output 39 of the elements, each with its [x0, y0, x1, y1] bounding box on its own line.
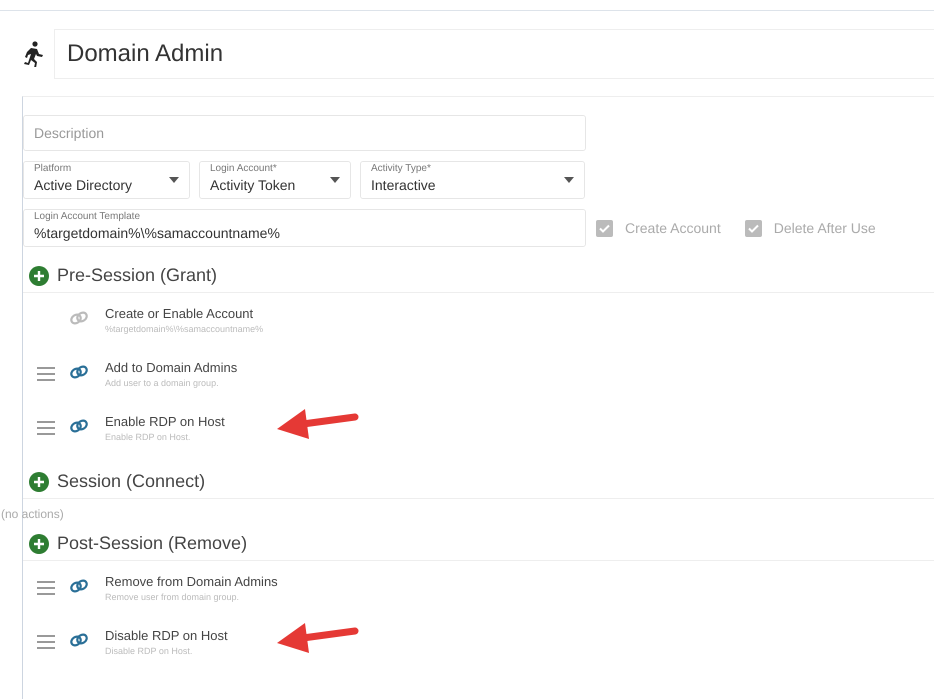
action-detail: %targetdomain%\%samaccountname%: [105, 324, 264, 334]
template-field[interactable]: Login Account Template %targetdomain%\%samaccountname%: [23, 209, 586, 247]
action-name[interactable]: Disable RDP on Host: [105, 628, 228, 643]
section-title: Session (Connect): [57, 471, 206, 492]
checkmark-icon: [599, 224, 610, 232]
action-name[interactable]: Remove from Domain Admins: [105, 574, 278, 589]
select-field[interactable]: Platform Active Directory: [23, 161, 190, 199]
drag-handle-icon[interactable]: [37, 635, 55, 649]
select-field[interactable]: Login Account* Activity Token: [199, 161, 351, 199]
dropdown-caret-icon: [330, 177, 340, 183]
section-title: Pre-Session (Grant): [57, 265, 218, 286]
action-name[interactable]: Add to Domain Admins: [105, 360, 238, 375]
dropdown-caret-icon: [169, 177, 179, 183]
add-icon[interactable]: [29, 472, 49, 492]
drag-handle-icon[interactable]: [37, 581, 55, 595]
action-name[interactable]: Create or Enable Account: [105, 306, 264, 321]
select-field[interactable]: Activity Type* Interactive: [360, 161, 585, 199]
empty-text: (no actions): [1, 506, 65, 521]
action-detail: Enable RDP on Host.: [105, 432, 192, 442]
link-icon: [69, 418, 89, 432]
drag-handle-icon[interactable]: [37, 367, 55, 381]
action-detail: Disable RDP on Host.: [105, 646, 194, 656]
checkmark-icon: [748, 224, 759, 232]
section-title: Post-Session (Remove): [57, 533, 248, 554]
action-detail: Remove user from domain group.: [105, 592, 240, 602]
link-icon: [69, 578, 89, 592]
add-icon[interactable]: [29, 534, 49, 554]
dropdown-caret-icon: [564, 177, 574, 183]
title-field[interactable]: Domain Admin: [54, 29, 934, 79]
action-name[interactable]: Enable RDP on Host: [105, 414, 225, 429]
link-icon: [69, 364, 89, 378]
arrow-icon: [275, 621, 359, 655]
add-icon[interactable]: [29, 266, 49, 286]
drag-handle-icon[interactable]: [37, 421, 55, 435]
link-icon: [69, 310, 89, 324]
action-detail: Add user to a domain group.: [105, 378, 220, 388]
link-icon: [69, 632, 89, 646]
arrow-icon: [275, 407, 359, 441]
running-person-icon: [22, 41, 44, 67]
